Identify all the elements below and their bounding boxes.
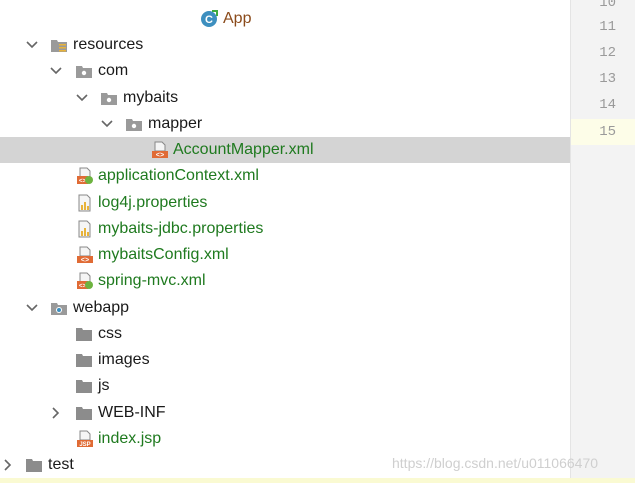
tree-item-label: mybaits xyxy=(123,89,179,106)
tree-item-label: resources xyxy=(73,36,144,53)
tree-item-label: test xyxy=(48,456,74,473)
svg-text:JSP: JSP xyxy=(79,442,90,448)
line-number: 15 xyxy=(599,124,616,140)
package-icon xyxy=(125,115,143,133)
bottom-highlight-strip xyxy=(0,478,635,483)
tree-item-label: com xyxy=(98,62,129,79)
folder-icon xyxy=(75,404,93,422)
chevron-right-icon[interactable] xyxy=(0,452,16,478)
tree-item-index-jsp[interactable]: JSP index.jsp xyxy=(0,426,570,452)
tree-item-com[interactable]: com xyxy=(0,58,570,84)
tree-item-label: js xyxy=(98,377,110,394)
tree-item-js[interactable]: js xyxy=(0,373,570,399)
package-icon xyxy=(100,89,118,107)
folder-icon xyxy=(75,325,93,343)
folder-icon xyxy=(75,351,93,369)
tree-item-applicationcontext-xml[interactable]: <> applicationContext.xml xyxy=(0,163,570,189)
tree-item-app[interactable]: C App xyxy=(0,6,570,32)
resources-folder-icon xyxy=(50,36,68,54)
properties-file-icon xyxy=(76,220,94,238)
xml-file-icon: <> xyxy=(76,246,94,265)
java-class-icon: C xyxy=(200,10,218,28)
jsp-file-icon: JSP xyxy=(76,430,94,448)
properties-file-icon xyxy=(76,194,94,212)
tree-item-spring-mvc-xml[interactable]: <> spring-mvc.xml xyxy=(0,268,570,294)
watermark-text: https://blog.csdn.net/u011066470 xyxy=(392,455,599,471)
chevron-down-icon[interactable] xyxy=(24,295,40,321)
folder-icon xyxy=(75,377,93,395)
web-folder-icon xyxy=(50,299,68,317)
spring-xml-icon: <> xyxy=(76,167,94,185)
line-number: 13 xyxy=(599,71,616,87)
chevron-down-icon[interactable] xyxy=(74,85,90,111)
chevron-down-icon[interactable] xyxy=(48,58,64,84)
tree-item-label: log4j.properties xyxy=(98,194,208,211)
line-number: 14 xyxy=(599,97,616,113)
tree-item-mybaitsconfig-xml[interactable]: <> mybaitsConfig.xml xyxy=(0,242,570,268)
tree-item-webapp[interactable]: webapp xyxy=(0,295,570,321)
tree-item-label: webapp xyxy=(73,299,130,316)
tree-item-css[interactable]: css xyxy=(0,321,570,347)
svg-text:C: C xyxy=(205,14,213,26)
tree-item-label: applicationContext.xml xyxy=(98,167,259,184)
spring-xml-icon: <> xyxy=(76,272,94,290)
tree-item-label: mybaitsConfig.xml xyxy=(98,246,229,263)
tree-item-resources[interactable]: resources xyxy=(0,32,570,58)
tree-item-label: spring-mvc.xml xyxy=(98,272,206,289)
xml-file-icon: <> xyxy=(151,141,169,160)
line-number: 12 xyxy=(599,45,616,61)
tree-item-label: AccountMapper.xml xyxy=(173,141,314,158)
tree-item-mybaits[interactable]: mybaits xyxy=(0,85,570,111)
tree-item-accountmapper-xml[interactable]: <> AccountMapper.xml xyxy=(0,137,570,163)
line-number-gutter: 10 11 12 13 14 15 xyxy=(570,0,635,483)
svg-text:<>: <> xyxy=(81,257,89,264)
tree-item-web-inf[interactable]: WEB-INF xyxy=(0,400,570,426)
tree-item-mybaits-jdbc-properties[interactable]: mybaits-jdbc.properties xyxy=(0,216,570,242)
folder-icon xyxy=(25,456,43,474)
tree-item-label: index.jsp xyxy=(98,430,162,447)
package-icon xyxy=(75,62,93,80)
line-number: 11 xyxy=(599,19,616,35)
chevron-down-icon[interactable] xyxy=(99,111,115,137)
tree-item-label: mapper xyxy=(148,115,203,132)
tree-item-label: images xyxy=(98,351,150,368)
tree-item-mapper[interactable]: mapper xyxy=(0,111,570,137)
chevron-right-icon[interactable] xyxy=(48,400,64,426)
tree-item-label: App xyxy=(223,10,252,27)
svg-text:<>: <> xyxy=(156,152,164,159)
project-tree: C App resources com mybaits mapper <> Ac… xyxy=(0,0,570,483)
tree-item-label: css xyxy=(98,325,122,342)
tree-item-log4j-properties[interactable]: log4j.properties xyxy=(0,190,570,216)
tree-item-label: WEB-INF xyxy=(98,404,166,421)
tree-item-label: mybaits-jdbc.properties xyxy=(98,220,264,237)
chevron-down-icon[interactable] xyxy=(24,32,40,58)
tree-item-images[interactable]: images xyxy=(0,347,570,373)
